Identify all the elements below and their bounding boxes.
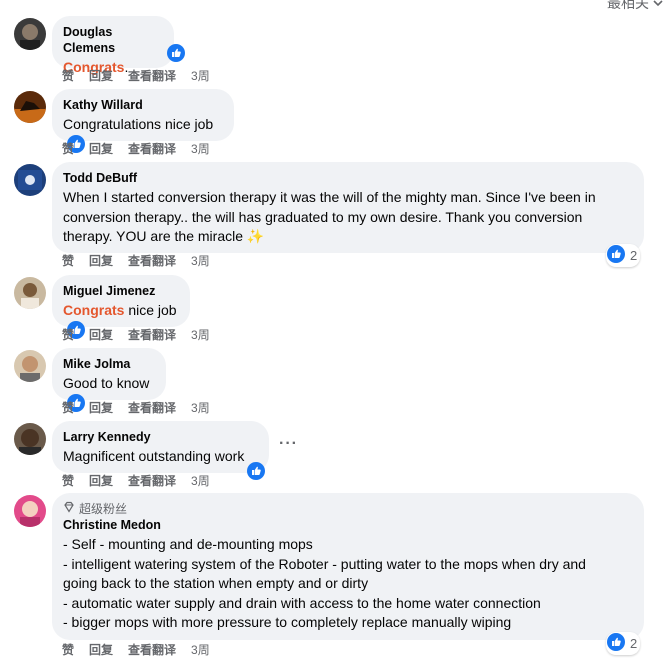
like-action[interactable]: 赞 bbox=[62, 68, 74, 84]
comment-time[interactable]: 3周 bbox=[191, 253, 210, 269]
comment-time[interactable]: 3周 bbox=[191, 327, 210, 343]
avatar[interactable] bbox=[14, 495, 46, 527]
reply-action[interactable]: 回复 bbox=[89, 642, 113, 658]
diamond-icon bbox=[63, 501, 75, 517]
comment-actions: 赞 回复 查看翻译 3周 bbox=[62, 253, 210, 269]
reply-action[interactable]: 回复 bbox=[89, 400, 113, 416]
comment-author[interactable]: Christine Medon bbox=[63, 517, 633, 533]
thumbs-up-icon[interactable] bbox=[247, 462, 265, 480]
comment-time[interactable]: 3周 bbox=[191, 642, 210, 658]
comment-bubble: Kathy Willard Congratulations nice job bbox=[52, 89, 234, 153]
avatar[interactable] bbox=[14, 350, 46, 382]
comment-time[interactable]: 3周 bbox=[191, 473, 210, 489]
like-action[interactable]: 赞 bbox=[62, 253, 74, 269]
comment-bubble: Larry Kennedy Magnificent outstanding wo… bbox=[52, 421, 269, 473]
comment-actions: 赞 回复 查看翻译 3周 bbox=[62, 400, 210, 416]
reaction-summary[interactable]: 2 bbox=[606, 244, 641, 267]
chevron-down-icon bbox=[653, 0, 663, 11]
reaction-summary[interactable]: 2 bbox=[606, 632, 641, 655]
thumbs-up-icon bbox=[607, 245, 625, 266]
reply-action[interactable]: 回复 bbox=[89, 68, 113, 84]
reply-action[interactable]: 回复 bbox=[89, 473, 113, 489]
highlight-text[interactable]: Congrats bbox=[63, 302, 124, 318]
comment-actions: 赞 回复 查看翻译 3周 bbox=[62, 327, 210, 343]
translate-action[interactable]: 查看翻译 bbox=[128, 141, 176, 157]
comment-actions: 赞 回复 查看翻译 3周 bbox=[62, 473, 210, 489]
reaction-count: 2 bbox=[630, 248, 638, 263]
comment-bubble: Douglas Clemens Congrats. bbox=[52, 16, 174, 75]
thumbs-up-icon bbox=[607, 633, 625, 654]
comment-time[interactable]: 3周 bbox=[191, 141, 210, 157]
comment-line: going back to the station when empty and… bbox=[63, 575, 369, 591]
sort-dropdown[interactable]: 最相关 bbox=[607, 0, 663, 13]
comment-bubble: Miguel Jimenez Congrats nice job bbox=[52, 275, 190, 339]
comment-line: - automatic water supply and drain with … bbox=[63, 594, 541, 611]
comment-author[interactable]: Miguel Jimenez bbox=[63, 283, 179, 299]
like-action[interactable]: 赞 bbox=[62, 141, 74, 157]
comment-author[interactable]: Mike Jolma bbox=[63, 356, 155, 372]
comment-actions: 赞 回复 查看翻译 3周 bbox=[62, 141, 210, 157]
reply-action[interactable]: 回复 bbox=[89, 327, 113, 343]
sort-label: 最相关 bbox=[607, 0, 649, 11]
comment-line: - bigger mops with more pressure to comp… bbox=[63, 614, 512, 630]
comments-panel: 最相关 Douglas Clemens Congrats. 赞 回复 查看翻译 … bbox=[0, 0, 671, 667]
comment-actions: 赞 回复 查看翻译 3周 bbox=[62, 642, 210, 658]
badge-label: 超级粉丝 bbox=[79, 502, 128, 516]
comment-line: - Self - mounting and de-mounting mops bbox=[63, 536, 313, 552]
translate-action[interactable]: 查看翻译 bbox=[128, 253, 176, 269]
avatar[interactable] bbox=[14, 91, 46, 123]
comment-text-content: Good to know bbox=[63, 375, 150, 391]
like-action[interactable]: 赞 bbox=[62, 400, 74, 416]
translate-action[interactable]: 查看翻译 bbox=[128, 400, 176, 416]
translate-action[interactable]: 查看翻译 bbox=[128, 68, 176, 84]
translate-action[interactable]: 查看翻译 bbox=[128, 642, 176, 658]
thumbs-up-icon[interactable] bbox=[167, 44, 185, 62]
comment-text-rest: nice job bbox=[124, 302, 177, 318]
more-options-icon[interactable]: ··· bbox=[279, 435, 298, 453]
reaction-count: 2 bbox=[630, 636, 638, 651]
reply-action[interactable]: 回复 bbox=[89, 141, 113, 157]
comment-text-content: Congratulations nice job bbox=[63, 116, 214, 132]
comment-line: - intelligent watering system of the Rob… bbox=[63, 555, 586, 572]
translate-action[interactable]: 查看翻译 bbox=[128, 327, 176, 343]
comment-bubble: 超级粉丝 Christine Medon - Self - mounting a… bbox=[52, 493, 644, 640]
like-action[interactable]: 赞 bbox=[62, 642, 74, 658]
avatar[interactable] bbox=[14, 18, 46, 50]
reply-action[interactable]: 回复 bbox=[89, 253, 113, 269]
comment-author[interactable]: Todd DeBuff bbox=[63, 170, 633, 186]
comment-bubble: Todd DeBuff When I started conversion th… bbox=[52, 162, 644, 253]
avatar[interactable] bbox=[14, 277, 46, 309]
comment-author[interactable]: Kathy Willard bbox=[63, 97, 223, 113]
comment-text: Magnificent outstanding work bbox=[63, 448, 245, 464]
comment-bubble: Mike Jolma Good to know bbox=[52, 348, 166, 412]
comment-time[interactable]: 3周 bbox=[191, 400, 210, 416]
top-fan-badge[interactable]: 超级粉丝 bbox=[63, 501, 633, 517]
comment-author[interactable]: Douglas Clemens bbox=[63, 24, 163, 56]
comment-line: conversion therapy.. the will has gradua… bbox=[63, 208, 583, 225]
comment-line: When I started conversion therapy it was… bbox=[63, 189, 596, 205]
avatar[interactable] bbox=[14, 164, 46, 196]
like-action[interactable]: 赞 bbox=[62, 473, 74, 489]
avatar[interactable] bbox=[14, 423, 46, 455]
comment-line: therapy. YOU are the miracle ✨ bbox=[63, 228, 265, 244]
like-action[interactable]: 赞 bbox=[62, 327, 74, 343]
comment-actions: 赞 回复 查看翻译 3周 bbox=[62, 68, 210, 84]
comment-time[interactable]: 3周 bbox=[191, 68, 210, 84]
translate-action[interactable]: 查看翻译 bbox=[128, 473, 176, 489]
comment-author[interactable]: Larry Kennedy bbox=[63, 429, 258, 445]
